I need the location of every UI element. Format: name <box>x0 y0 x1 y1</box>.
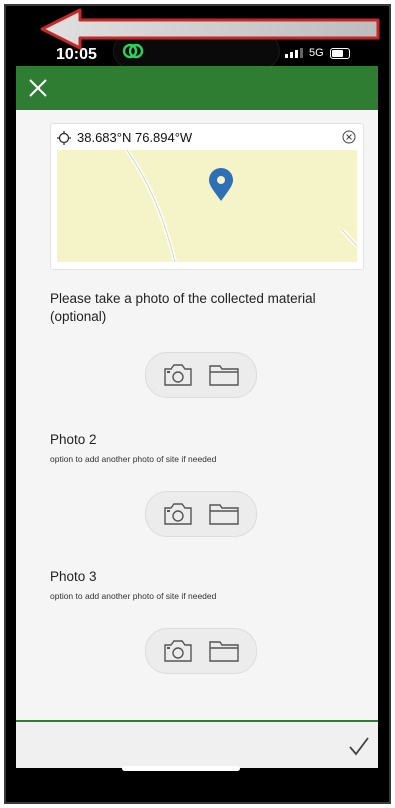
photo-3-camera-button[interactable] <box>162 637 194 665</box>
question-photo-2-label: Photo 2 <box>50 432 97 447</box>
question-photo-3-hint: option to add another photo of site if n… <box>50 591 217 601</box>
folder-icon <box>209 504 239 525</box>
camera-icon <box>164 640 192 662</box>
photo-2-camera-button[interactable] <box>162 500 194 528</box>
folder-icon <box>209 365 239 386</box>
coordinates-row: 38.683°N 76.894°W <box>57 130 192 145</box>
photo-1-media-group <box>145 352 257 398</box>
close-icon[interactable] <box>24 74 52 102</box>
photo-3-folder-button[interactable] <box>208 637 240 665</box>
location-card[interactable]: 38.683°N 76.894°W <box>50 123 364 270</box>
camera-icon <box>164 503 192 525</box>
question-photo-1-label: Please take a photo of the collected mat… <box>50 291 316 324</box>
map-roads <box>125 150 357 262</box>
question-photo-3-label: Photo 3 <box>50 569 97 584</box>
photo-2-media-group <box>145 491 257 537</box>
photo-1-folder-button[interactable] <box>208 361 240 389</box>
folder-icon <box>209 641 239 662</box>
app-header <box>16 66 378 110</box>
map-pin-icon <box>209 168 233 201</box>
photo-3-media-group <box>145 628 257 674</box>
photo-1-camera-button[interactable] <box>162 361 194 389</box>
coordinates-text: 38.683°N 76.894°W <box>77 130 193 145</box>
camera-icon <box>164 364 192 386</box>
crosshair-icon <box>57 130 71 145</box>
annotation-arrow-icon <box>40 8 380 50</box>
question-photo-2-hint: option to add another photo of site if n… <box>50 454 217 464</box>
checkmark-icon[interactable] <box>348 736 370 756</box>
home-indicator[interactable] <box>122 766 240 771</box>
clear-circle-icon[interactable] <box>342 130 356 144</box>
map-view[interactable] <box>57 150 357 262</box>
app-footer <box>16 722 378 768</box>
photo-2-folder-button[interactable] <box>208 500 240 528</box>
app-screen: 38.683°N 76.894°W Please take a photo of… <box>16 66 378 768</box>
screenshot-frame: 10:05 5G 38.683°N 76.894°W Please take a… <box>0 0 395 808</box>
